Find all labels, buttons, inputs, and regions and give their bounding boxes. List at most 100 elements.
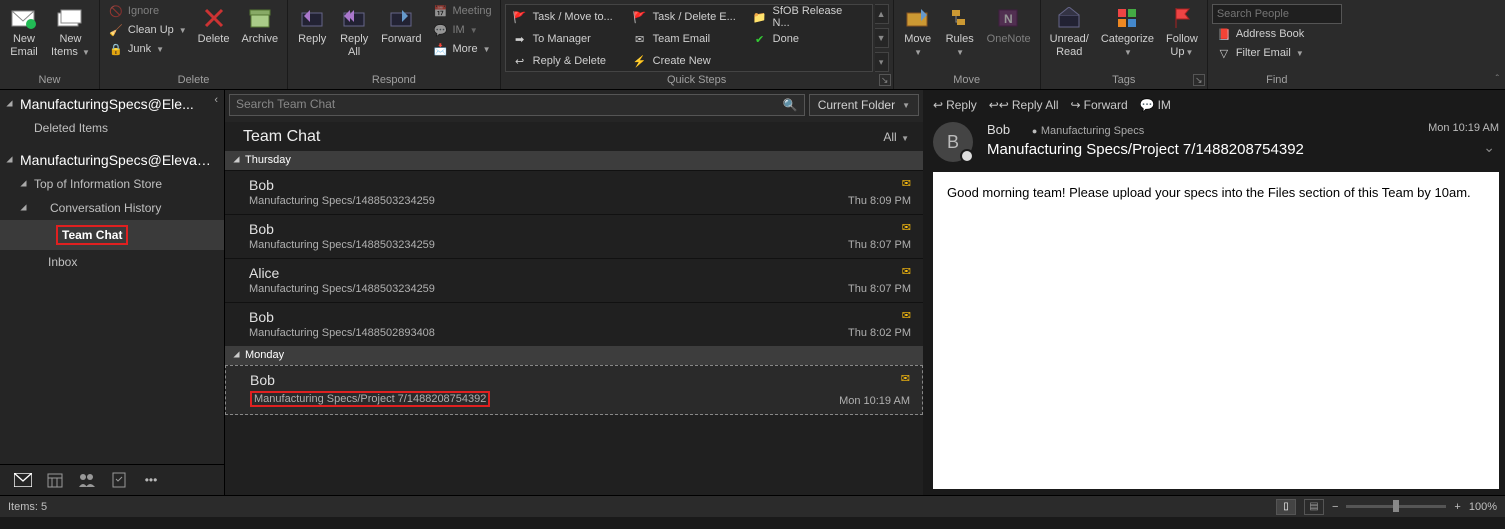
zoom-level: 100% xyxy=(1469,501,1497,513)
zoom-in-button[interactable]: + xyxy=(1454,501,1460,513)
more-button[interactable]: 📩More▼ xyxy=(429,40,496,58)
qs-to-manager[interactable]: ➡To Manager xyxy=(508,29,626,49)
view-normal-button[interactable]: ▯ xyxy=(1276,499,1296,515)
forward-button[interactable]: Forward xyxy=(376,2,426,48)
im-button[interactable]: 💬IM▼ xyxy=(429,21,496,39)
qs-sfob[interactable]: 📁SfOB Release N... xyxy=(748,7,866,27)
unread-read-button[interactable]: Unread/ Read xyxy=(1045,2,1094,61)
envelope-icon: ✉ xyxy=(901,372,910,385)
chevron-down-icon: ▼ xyxy=(156,45,164,54)
folder-conversation-history[interactable]: Conversation History xyxy=(0,196,224,220)
message-from: Bob xyxy=(249,309,811,325)
qs-reply-delete[interactable]: ↩Reply & Delete xyxy=(508,51,626,71)
tags-launcher[interactable]: ↘ xyxy=(1193,74,1205,86)
message-list[interactable]: ThursdayBobManufacturing Specs/148850323… xyxy=(225,151,923,415)
message-time: Thu 8:07 PM xyxy=(848,283,911,295)
nav-mail-icon[interactable] xyxy=(14,471,32,489)
meeting-button[interactable]: 📅Meeting xyxy=(429,2,496,20)
nav-tasks-icon[interactable] xyxy=(110,471,128,489)
archive-button[interactable]: Archive xyxy=(236,2,283,48)
qs-create-new[interactable]: ⚡Create New xyxy=(628,51,746,71)
new-email-button[interactable]: New Email xyxy=(4,2,44,61)
search-icon[interactable]: 🔍 xyxy=(783,98,798,112)
reading-subject: Manufacturing Specs/Project 7/1488208754… xyxy=(987,141,1304,158)
message-row[interactable]: BobManufacturing Specs/1488502893408✉Thu… xyxy=(225,302,923,346)
ribbon: New Email New Items ▼ New 🚫Ignore 🧹Clean… xyxy=(0,0,1505,90)
reply-envelope-icon xyxy=(298,4,326,32)
clean-up-button[interactable]: 🧹Clean Up▼ xyxy=(104,21,191,39)
status-items: Items: 5 xyxy=(0,501,55,513)
folder-team-chat[interactable]: Team Chat xyxy=(0,220,224,250)
move-button[interactable]: Move▼ xyxy=(898,2,938,61)
im-action[interactable]: 💬IM xyxy=(1140,98,1171,112)
quick-steps-scroll[interactable]: ▲ ▼ ▾ xyxy=(875,4,889,72)
folder-inbox[interactable]: Inbox xyxy=(0,250,224,274)
message-row[interactable]: BobManufacturing Specs/Project 7/1488208… xyxy=(225,365,923,415)
collapse-ribbon-button[interactable]: ˆ xyxy=(1496,74,1499,85)
message-row[interactable]: AliceManufacturing Specs/1488503234259✉T… xyxy=(225,258,923,302)
follow-up-button[interactable]: Follow Up▼ xyxy=(1161,2,1203,61)
zoom-out-button[interactable]: − xyxy=(1332,501,1338,513)
qs-task-move[interactable]: 🚩Task / Move to... xyxy=(508,7,626,27)
current-folder-title: Team Chat xyxy=(243,128,320,146)
forward-action[interactable]: ↪Forward xyxy=(1071,98,1128,112)
delete-button[interactable]: Delete xyxy=(193,2,235,48)
onenote-button[interactable]: N OneNote xyxy=(982,2,1036,48)
reply-button[interactable]: Reply xyxy=(292,2,332,48)
group-header[interactable]: Thursday xyxy=(225,151,923,170)
calendar-icon: 📅 xyxy=(433,3,449,19)
nav-more-icon[interactable]: ••• xyxy=(142,471,160,489)
reply-icon: ↩ xyxy=(933,98,943,112)
rules-button[interactable]: Rules▼ xyxy=(940,2,980,61)
gallery-expand-icon[interactable]: ▾ xyxy=(875,52,889,72)
ignore-button[interactable]: 🚫Ignore xyxy=(104,2,191,20)
filter-dropdown[interactable]: All ▼ xyxy=(883,130,909,144)
nav-people-icon[interactable] xyxy=(78,471,96,489)
message-time: Mon 10:19 AM xyxy=(839,395,910,407)
message-row[interactable]: BobManufacturing Specs/1488503234259✉Thu… xyxy=(225,170,923,214)
flag-icon: 🚩 xyxy=(632,9,648,25)
reply-action[interactable]: ↩Reply xyxy=(933,98,977,112)
reading-body[interactable]: Good morning team! Please upload your sp… xyxy=(933,172,1499,489)
chevron-down-icon: ▼ xyxy=(914,48,922,57)
expand-header-button[interactable]: ⌄ xyxy=(1479,139,1499,156)
scroll-down-icon[interactable]: ▼ xyxy=(875,28,889,48)
scroll-up-icon[interactable]: ▲ xyxy=(875,4,889,24)
folder-top-store[interactable]: Top of Information Store xyxy=(0,172,224,196)
qs-team-email[interactable]: ✉Team Email xyxy=(628,29,746,49)
chevron-down-icon: ▼ xyxy=(901,134,909,143)
categorize-button[interactable]: Categorize▼ xyxy=(1096,2,1159,61)
account-favorites[interactable]: ManufacturingSpecs@Ele... xyxy=(0,90,224,116)
junk-button[interactable]: 🔒Junk▼ xyxy=(104,40,191,58)
search-people-input[interactable] xyxy=(1212,4,1342,24)
message-row[interactable]: BobManufacturing Specs/1488503234259✉Thu… xyxy=(225,214,923,258)
view-reading-button[interactable]: ▤ xyxy=(1304,499,1324,515)
qs-done[interactable]: ✔Done xyxy=(748,29,866,49)
search-input[interactable]: Search Team Chat 🔍 xyxy=(229,94,805,116)
new-items-button[interactable]: New Items ▼ xyxy=(46,2,95,61)
envelope-icon: ✉ xyxy=(632,31,648,47)
check-icon: ✔ xyxy=(752,31,768,47)
quick-steps-launcher[interactable]: ↘ xyxy=(879,74,891,86)
envelope-stack-icon xyxy=(56,4,84,32)
team-chat-highlight: Team Chat xyxy=(56,225,128,245)
account-main[interactable]: ManufacturingSpecs@ElevatedR... xyxy=(0,146,224,172)
qs-task-delete[interactable]: 🚩Task / Delete E... xyxy=(628,7,746,27)
quick-steps-gallery[interactable]: 🚩Task / Move to... 🚩Task / Delete E... 📁… xyxy=(505,4,873,72)
folder-deleted-items[interactable]: Deleted Items xyxy=(0,116,224,140)
filter-email-button[interactable]: ▽Filter Email▼ xyxy=(1212,44,1342,62)
reading-time: Mon 10:19 AM xyxy=(1428,122,1499,137)
message-subject: Manufacturing Specs/Project 7/1488208754… xyxy=(250,390,810,407)
nav-calendar-icon[interactable] xyxy=(46,471,64,489)
message-time: Thu 8:07 PM xyxy=(848,239,911,251)
broom-icon: 🧹 xyxy=(108,22,124,38)
search-scope-dropdown[interactable]: Current Folder ▼ xyxy=(809,94,919,116)
reply-all-button[interactable]: Reply All xyxy=(334,2,374,61)
group-header[interactable]: Monday xyxy=(225,346,923,365)
message-subject: Manufacturing Specs/1488503234259 xyxy=(249,239,811,251)
address-book-button[interactable]: 📕Address Book xyxy=(1212,25,1342,43)
zoom-slider[interactable] xyxy=(1346,505,1446,508)
reply-all-action[interactable]: ↩↩Reply All xyxy=(989,98,1059,112)
chevron-down-icon: ▼ xyxy=(1185,48,1193,57)
more-icon: 📩 xyxy=(433,41,449,57)
